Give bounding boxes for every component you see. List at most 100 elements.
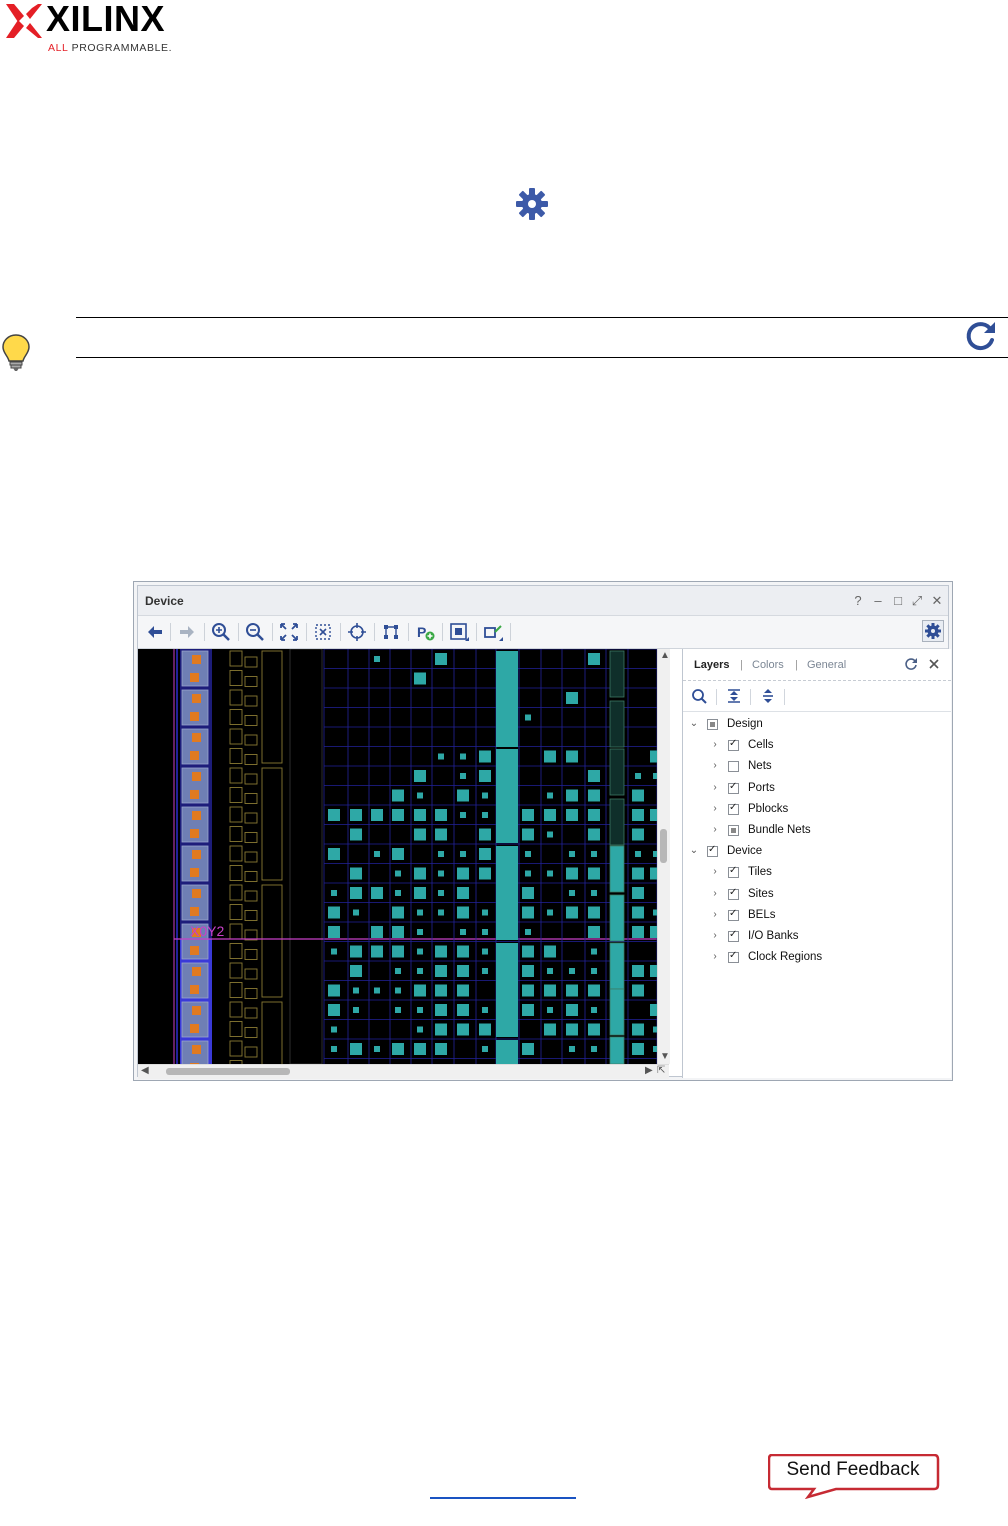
bram-site <box>609 650 625 698</box>
slice-site <box>435 945 447 958</box>
layer-checkbox[interactable] <box>728 908 739 921</box>
layer-checkbox[interactable] <box>728 781 739 794</box>
logic-tile <box>244 656 258 668</box>
tab-layers[interactable]: Layers <box>694 659 729 671</box>
routing-resources-icon[interactable] <box>380 621 402 643</box>
slice-site <box>482 1007 488 1013</box>
logic-tile <box>229 806 243 823</box>
layer-row-bundle-nets[interactable]: › Bundle Nets <box>683 821 943 842</box>
show-tile-icon[interactable] <box>482 621 504 643</box>
layer-checkbox[interactable] <box>728 802 739 815</box>
layer-row-i-o-banks[interactable]: › I/O Banks <box>683 927 943 948</box>
search-icon[interactable] <box>691 688 707 704</box>
slice-site <box>566 1004 578 1016</box>
horizontal-scroll-thumb[interactable] <box>166 1068 290 1075</box>
chevron-right-icon[interactable]: › <box>710 825 720 835</box>
layer-checkbox[interactable] <box>707 844 718 858</box>
horizontal-scrollbar[interactable]: ◀ ▶ ⇱ <box>138 1064 669 1079</box>
chevron-down-icon[interactable]: ⌄ <box>689 719 699 729</box>
layer-checkbox[interactable] <box>728 950 739 964</box>
settings-button[interactable] <box>922 620 944 642</box>
chevron-right-icon[interactable]: › <box>710 888 720 899</box>
chevron-right-icon[interactable]: › <box>710 803 720 814</box>
layer-checkbox[interactable] <box>728 761 739 773</box>
device-floorplan[interactable]: X0Y2 <box>138 649 669 1064</box>
slice-site <box>479 848 491 860</box>
bram-site <box>609 700 625 748</box>
layer-row-bels[interactable]: › BELs <box>683 906 943 927</box>
chevron-right-icon[interactable]: › <box>710 761 720 771</box>
chevron-right-icon[interactable]: › <box>710 952 720 962</box>
slice-site <box>547 870 553 877</box>
tip-top-rule <box>76 317 1008 318</box>
layer-checkbox[interactable] <box>728 865 739 879</box>
layer-row-clock-regions[interactable]: › Clock Regions <box>683 948 943 969</box>
layer-checkbox[interactable] <box>728 887 739 900</box>
float-button[interactable]: ⤢ <box>910 593 924 609</box>
slice-site <box>371 809 383 821</box>
zoom-out-icon[interactable] <box>244 621 266 643</box>
chevron-right-icon[interactable]: › <box>710 909 720 920</box>
slice-site <box>374 987 380 994</box>
send-feedback-button[interactable]: Send Feedback <box>768 1454 940 1499</box>
layer-row-cells[interactable]: › Cells <box>683 736 943 757</box>
forward-arrow-icon[interactable] <box>176 621 198 643</box>
help-button[interactable]: ? <box>851 593 865 608</box>
tab-colors[interactable]: Colors <box>752 659 784 671</box>
collapse-all-icon[interactable] <box>726 688 742 704</box>
footer-link[interactable] <box>430 1497 576 1499</box>
settings-icon <box>925 623 941 639</box>
slice-site <box>544 945 556 958</box>
back-arrow-icon[interactable] <box>144 621 166 643</box>
chevron-right-icon[interactable]: › <box>710 867 720 877</box>
layer-row-nets[interactable]: › Nets <box>683 757 943 778</box>
resize-corner-icon[interactable]: ⇱ <box>657 1065 665 1076</box>
slice-site <box>438 851 444 857</box>
slice-site <box>392 789 404 802</box>
slice-site <box>547 831 553 838</box>
layers-panel: Layers | Colors | General ⌄Design›Cells›… <box>682 649 951 1078</box>
device-canvas[interactable]: X0Y2 <box>138 649 669 1064</box>
device-window[interactable]: Device ? – □ ⤢ ✕ P X0Y2 ▲ ▼ ◀ ▶ ⇱ Layers… <box>133 581 953 1081</box>
zoom-in-icon[interactable] <box>210 621 232 643</box>
layer-checkbox[interactable] <box>728 929 739 942</box>
fit-icon[interactable] <box>278 621 300 643</box>
slice-site <box>457 887 469 899</box>
chevron-right-icon[interactable]: › <box>710 740 720 750</box>
layer-row-tiles[interactable]: › Tiles <box>683 863 943 884</box>
slice-site <box>457 906 469 919</box>
placed-cell <box>190 712 199 721</box>
layer-label: Nets <box>748 760 772 773</box>
layer-checkbox[interactable] <box>728 738 739 752</box>
close-button[interactable]: ✕ <box>930 593 944 609</box>
minimize-button[interactable]: – <box>871 593 885 608</box>
slice-site <box>632 887 644 899</box>
draw-pblock-icon[interactable]: P <box>414 621 436 643</box>
layer-checkbox[interactable] <box>707 719 718 730</box>
chevron-right-icon[interactable]: › <box>710 931 720 941</box>
vertical-scrollbar[interactable]: ▲ ▼ <box>657 649 670 1064</box>
layer-row-device[interactable]: ⌄ Device <box>683 842 943 863</box>
tab-general[interactable]: General <box>807 659 846 671</box>
layer-row-pblocks[interactable]: › Pblocks <box>683 800 943 821</box>
chevron-right-icon[interactable]: › <box>710 782 720 793</box>
layer-checkbox[interactable] <box>728 825 739 836</box>
slice-site <box>350 945 362 958</box>
slice-site <box>566 984 578 997</box>
maximize-button[interactable]: □ <box>891 593 905 608</box>
logic-tile <box>244 1007 258 1019</box>
show-cell-connectivity-icon[interactable] <box>448 621 470 643</box>
zoom-selection-icon[interactable] <box>312 621 334 643</box>
expand-all-icon[interactable] <box>760 688 776 704</box>
chevron-down-icon[interactable]: ⌄ <box>689 846 699 856</box>
layer-row-ports[interactable]: › Ports <box>683 779 943 800</box>
vertical-scroll-thumb[interactable] <box>660 829 667 863</box>
close-icon[interactable] <box>927 657 941 671</box>
layer-row-design[interactable]: ⌄ Design <box>683 715 943 736</box>
layer-row-sites[interactable]: › Sites <box>683 885 943 906</box>
autofit-selection-icon[interactable] <box>346 621 368 643</box>
slice-site <box>522 906 534 919</box>
refresh-icon[interactable] <box>904 657 918 671</box>
slice-site <box>438 753 444 760</box>
device-window-titlebar[interactable]: Device ? – □ ⤢ ✕ <box>138 586 948 616</box>
